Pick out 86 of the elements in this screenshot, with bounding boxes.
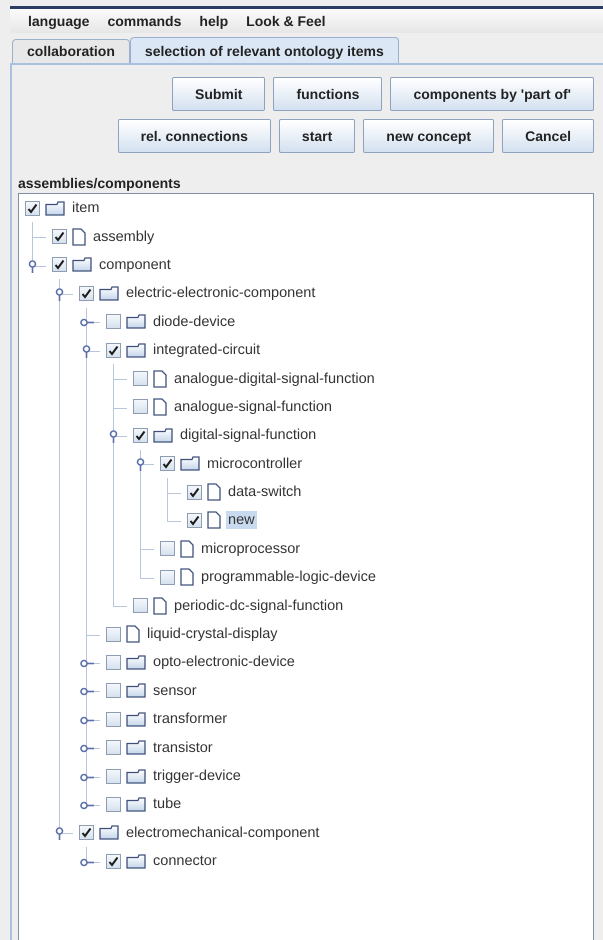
tree-item-label[interactable]: electric-electronic-component <box>124 284 318 302</box>
checkbox[interactable] <box>79 286 94 301</box>
tree-heading: assemblies/components <box>18 175 182 191</box>
menu-item[interactable]: language <box>28 13 90 29</box>
tree-item-label[interactable]: microcontroller <box>205 454 304 473</box>
document-icon <box>207 511 221 530</box>
tree-item-label[interactable]: assembly <box>91 228 156 246</box>
checkbox[interactable] <box>133 371 148 386</box>
document-icon <box>207 483 221 502</box>
checkbox[interactable] <box>106 342 121 358</box>
folder-icon <box>126 654 146 670</box>
folder-icon <box>99 286 119 301</box>
tree-item-label[interactable]: new <box>226 511 257 530</box>
checkbox[interactable] <box>106 796 121 812</box>
checkbox[interactable] <box>106 654 121 670</box>
checkbox[interactable] <box>106 768 121 784</box>
folder-icon <box>126 796 146 812</box>
checkbox[interactable] <box>187 512 202 528</box>
checkbox[interactable] <box>133 428 148 443</box>
folder-icon <box>126 314 146 330</box>
action-button[interactable]: rel. connections <box>118 119 271 153</box>
tab[interactable]: collaboration <box>12 39 130 63</box>
checkbox[interactable] <box>106 854 121 869</box>
tab[interactable]: selection of relevant ontology items <box>130 37 399 63</box>
document-icon <box>153 398 167 416</box>
action-button[interactable]: Cancel <box>502 119 594 153</box>
folder-icon <box>126 683 146 698</box>
tree-item-label[interactable]: transformer <box>151 710 230 728</box>
tree-item-label[interactable]: transistor <box>151 738 215 757</box>
document-icon <box>180 540 194 558</box>
checkbox[interactable] <box>79 825 94 840</box>
checkbox[interactable] <box>133 598 148 614</box>
checkbox[interactable] <box>106 314 121 330</box>
checkbox[interactable] <box>106 626 121 642</box>
tree-item-label[interactable]: microprocessor <box>199 540 302 558</box>
checkbox[interactable] <box>25 200 40 216</box>
folder-icon <box>45 200 65 216</box>
checkbox[interactable] <box>52 229 67 244</box>
tree-item-label[interactable]: data-switch <box>226 483 304 502</box>
checkbox[interactable] <box>106 712 121 727</box>
checkbox[interactable] <box>160 456 175 472</box>
tree-item-label[interactable]: connector <box>151 852 219 870</box>
tree-item-label[interactable]: liquid-crystal-display <box>145 625 280 644</box>
document-icon <box>153 370 167 388</box>
tree-item-label[interactable]: integrated-circuit <box>151 341 262 360</box>
folder-icon <box>180 456 200 472</box>
folder-icon <box>126 768 146 784</box>
checkbox[interactable] <box>160 570 175 585</box>
tree-item-label[interactable]: diode-device <box>151 312 238 331</box>
tree-item-label[interactable]: tube <box>151 795 184 814</box>
folder-icon <box>72 257 92 272</box>
menu-item[interactable]: commands <box>107 13 182 29</box>
tree-item-label[interactable]: item <box>70 199 102 218</box>
document-icon <box>72 228 86 246</box>
action-button[interactable]: components by 'part of' <box>390 77 594 111</box>
action-button[interactable]: start <box>278 119 356 153</box>
checkbox[interactable] <box>187 484 202 500</box>
tree-item-label[interactable]: analogue-digital-signal-function <box>172 370 377 388</box>
folder-icon <box>99 825 119 840</box>
folder-icon <box>126 712 146 727</box>
checkbox[interactable] <box>160 541 175 556</box>
document-icon <box>180 568 194 586</box>
document-icon <box>153 596 167 615</box>
checkbox[interactable] <box>52 257 67 272</box>
folder-icon <box>153 428 173 443</box>
folder-icon <box>126 740 146 756</box>
checkbox[interactable] <box>106 740 121 756</box>
tree-item-label[interactable]: electromechanical-component <box>124 824 322 842</box>
tree-item-label[interactable]: opto-electronic-device <box>151 653 297 672</box>
action-button[interactable]: functions <box>273 77 382 111</box>
tree-item-label[interactable]: programmable-logic-device <box>199 568 378 586</box>
folder-icon <box>126 342 146 358</box>
tree-item-label[interactable]: periodic-dc-signal-function <box>172 596 346 615</box>
menu-item[interactable]: Look & Feel <box>246 13 326 29</box>
checkbox[interactable] <box>133 399 148 414</box>
menu-item[interactable]: help <box>199 13 228 29</box>
tree-item-label[interactable]: component <box>97 256 173 274</box>
tree-item-label[interactable]: trigger-device <box>151 767 243 785</box>
folder-icon <box>126 854 146 869</box>
document-icon <box>126 625 140 644</box>
tree-item-label[interactable]: analogue-signal-function <box>172 398 334 416</box>
tree-item-label[interactable]: digital-signal-function <box>178 426 318 444</box>
action-button[interactable]: Submit <box>172 77 266 111</box>
action-button[interactable]: new concept <box>363 119 494 153</box>
tree-item-label[interactable]: sensor <box>151 682 199 700</box>
checkbox[interactable] <box>106 683 121 698</box>
